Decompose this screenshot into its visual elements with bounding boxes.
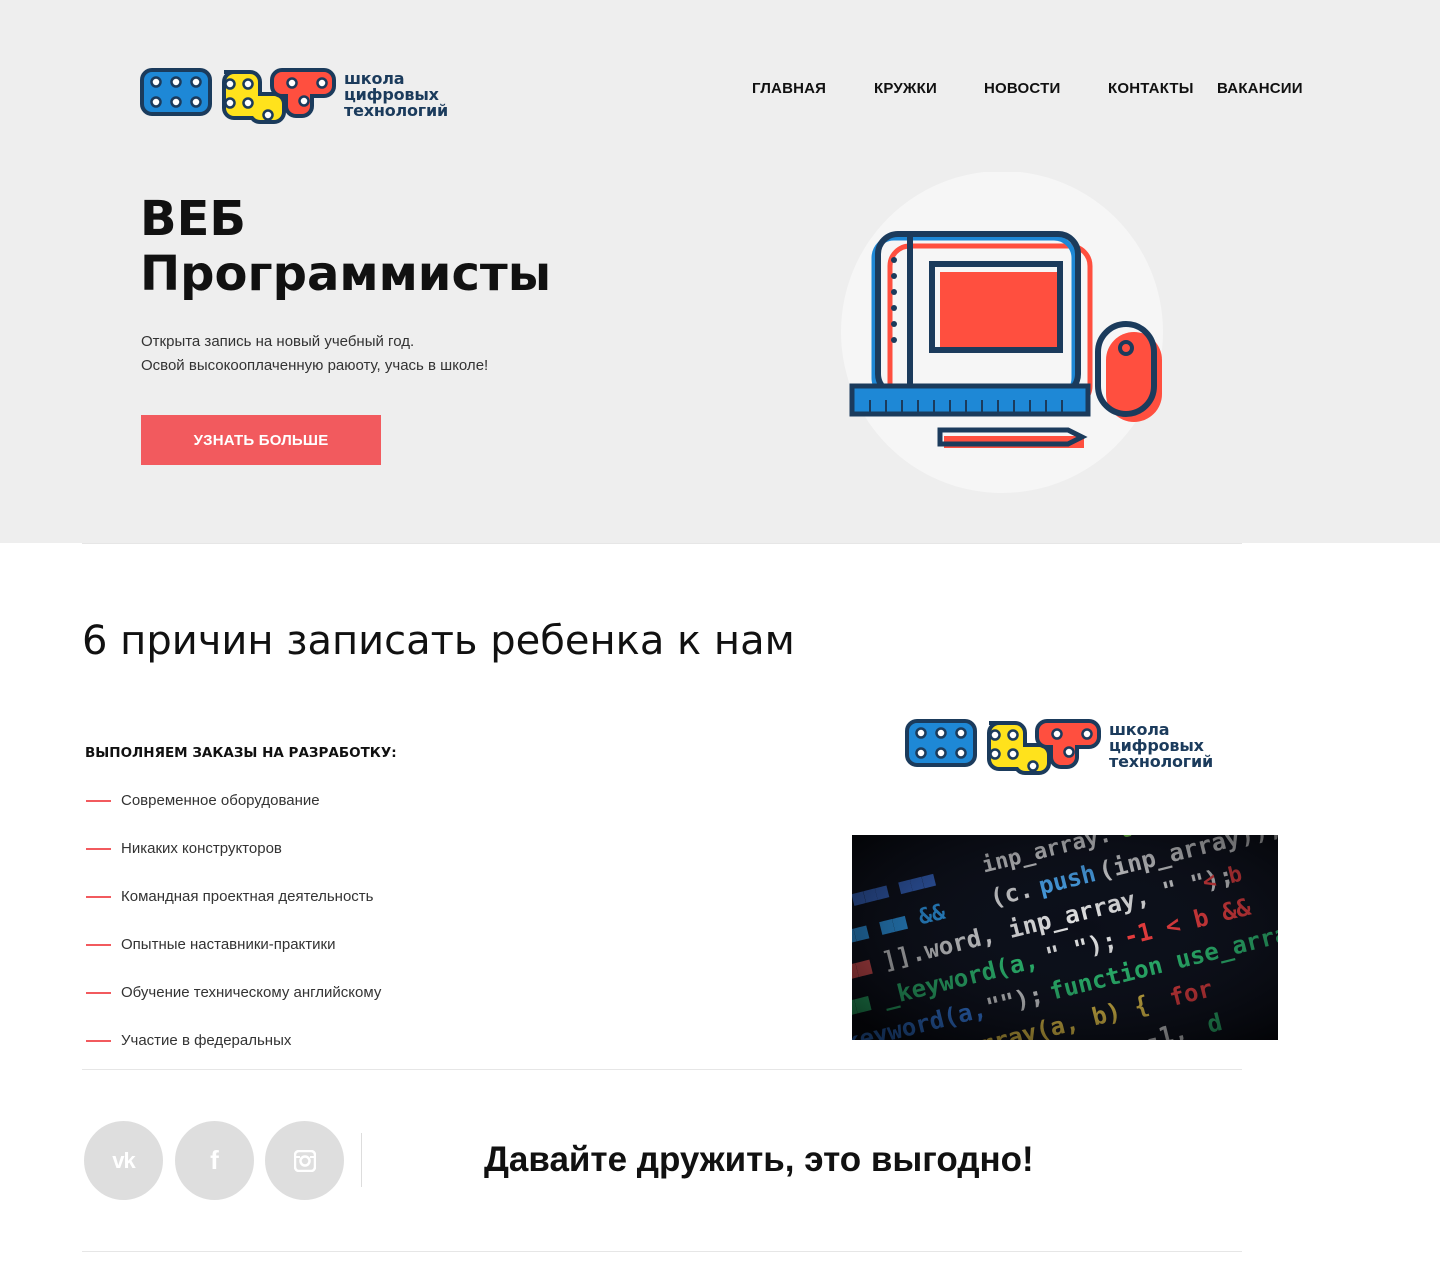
nav-item-home[interactable]: ГЛАВНАЯ	[752, 80, 826, 97]
nav-item-contacts[interactable]: КОНТАКТЫ	[1108, 80, 1194, 97]
hero-subtitle-line-2: Освой высокооплаченную раюоту, учась в ш…	[141, 357, 489, 374]
list-item: Обучение техническому английскому	[86, 982, 381, 1030]
list-item-text: Обучение техническому английскому	[121, 984, 382, 1001]
list-item: Никаких конструкторов	[86, 838, 381, 886]
logo-line-3: технологий	[344, 101, 448, 120]
nav-item-vacancies[interactable]: ВАКАНСИИ	[1217, 80, 1303, 97]
learn-more-button[interactable]: УЗНАТЬ БОЛЬШЕ	[141, 415, 381, 465]
section-divider	[82, 1251, 1242, 1252]
logo-wordmark: школа цифровых технологий	[1109, 722, 1213, 770]
logo-line-3: технологий	[1109, 752, 1213, 771]
hero-title-line-2: Программисты	[140, 246, 552, 302]
dash-icon	[86, 800, 111, 802]
dash-icon	[86, 896, 111, 898]
hero-section: школа цифровых технологий ГЛАВНАЯ КРУЖКИ…	[0, 0, 1440, 543]
hero-subtitle: Открыта запись на новый учебный год. Осв…	[141, 330, 488, 378]
list-item: Участие в федеральных	[86, 1030, 381, 1078]
vk-icon: vk	[112, 1147, 136, 1173]
friends-tagline: Давайте дружить, это выгодно!	[484, 1140, 1034, 1179]
section-divider	[82, 543, 1242, 544]
list-item-text: Никаких конструкторов	[121, 840, 282, 857]
dash-icon	[86, 992, 111, 994]
list-item-text: Командная проектная деятельность	[121, 888, 374, 905]
vertical-divider	[361, 1133, 362, 1187]
orders-heading: ВЫПОЛНЯЕМ ЗАКАЗЫ НА РАЗРАБОТКУ:	[85, 745, 397, 761]
list-item-text: Современное оборудование	[121, 792, 320, 809]
dash-icon	[86, 944, 111, 946]
logo-mark-icon	[905, 719, 1101, 775]
nav-item-clubs[interactable]: КРУЖКИ	[874, 80, 937, 97]
facebook-button[interactable]: f	[175, 1121, 254, 1200]
list-item-text: Участие в федеральных	[121, 1032, 292, 1049]
code-screen-image: ■■ ■■■ ■■■ inp_array. length ■■■■ ■■ && …	[852, 835, 1278, 1040]
dash-icon	[86, 848, 111, 850]
hero-subtitle-line-1: Открыта запись на новый учебный год.	[141, 333, 415, 350]
vk-button[interactable]: vk	[84, 1121, 163, 1200]
list-item: Опытные наставники-практики	[86, 934, 381, 982]
code-photo-graphic: ■■ ■■■ ■■■ inp_array. length ■■■■ ■■ && …	[852, 835, 1278, 1040]
features-list: Современное оборудование Никаких констру…	[86, 790, 381, 1078]
computer-illustration-icon	[841, 172, 1163, 493]
instagram-icon	[293, 1149, 316, 1172]
main-nav: ГЛАВНАЯ КРУЖКИ НОВОСТИ КОНТАКТЫ ВАКАНСИИ	[0, 80, 1440, 100]
reasons-title: 6 причин записать ребенка к нам	[82, 618, 795, 664]
facebook-icon: f	[210, 1145, 219, 1175]
hero-title-line-1: ВЕБ	[140, 191, 246, 247]
list-item: Современное оборудование	[86, 790, 381, 838]
list-item: Командная проектная деятельность	[86, 886, 381, 934]
section-divider	[82, 1069, 1242, 1070]
hero-title: ВЕБ Программисты	[140, 192, 551, 302]
nav-item-news[interactable]: НОВОСТИ	[984, 80, 1060, 97]
dash-icon	[86, 1040, 111, 1042]
brand-logo: школа цифровых технологий	[905, 714, 1213, 778]
instagram-button[interactable]	[265, 1121, 344, 1200]
list-item-text: Опытные наставники-практики	[121, 936, 336, 953]
